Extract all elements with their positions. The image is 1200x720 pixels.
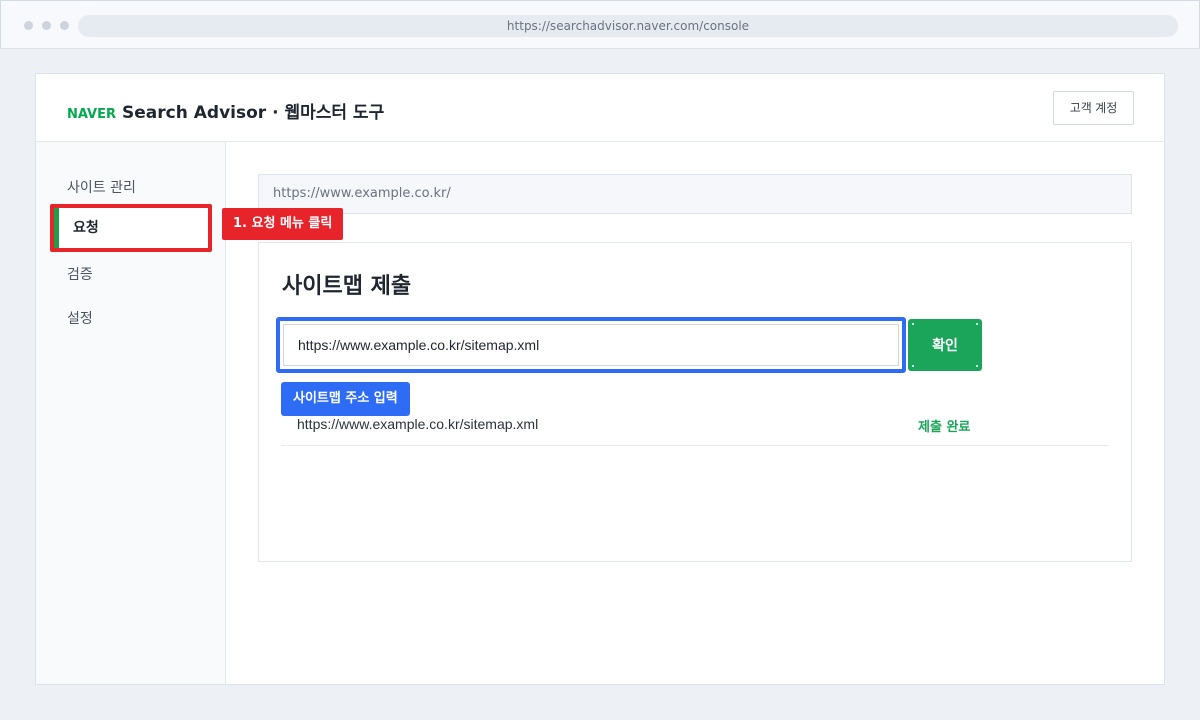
address-bar[interactable]: https://searchadvisor.naver.com/console [78,15,1178,37]
window-maximize-dot[interactable] [60,21,69,30]
step1-callout: 1. 요청 메뉴 클릭 [222,208,344,240]
sidebar-item-verify[interactable]: 검증 [67,264,93,284]
browser-chrome: https://searchadvisor.naver.com/console [0,0,1200,49]
naver-logo: NAVER [67,107,117,122]
selected-site-url: https://www.example.co.kr/ [258,174,1132,214]
app-title: Search Advisor · 웹마스터 도구 [122,103,385,123]
sitemap-input-highlight [276,317,906,373]
sitemap-url-input[interactable] [283,324,899,366]
sidebar-item-settings[interactable]: 설정 [67,308,93,328]
confirm-button[interactable]: 확인 [908,319,982,371]
request-menu-highlight [50,204,212,252]
result-status: 제출 완료 [918,420,971,435]
window-minimize-dot[interactable] [42,21,51,30]
sidebar-item-site-management[interactable]: 사이트 관리 [67,177,136,197]
card-title: 사이트맵 제출 [282,274,412,299]
app-header: NAVER Search Advisor · 웹마스터 도구 고객 계정 [36,74,1164,142]
input-hint-callout: 사이트맵 주소 입력 [281,382,410,416]
result-url[interactable]: https://www.example.co.kr/sitemap.xml [297,416,538,432]
brand: NAVER Search Advisor · 웹마스터 도구 [67,98,385,123]
window-close-dot[interactable] [24,21,33,30]
account-button[interactable]: 고객 계정 [1053,91,1134,125]
